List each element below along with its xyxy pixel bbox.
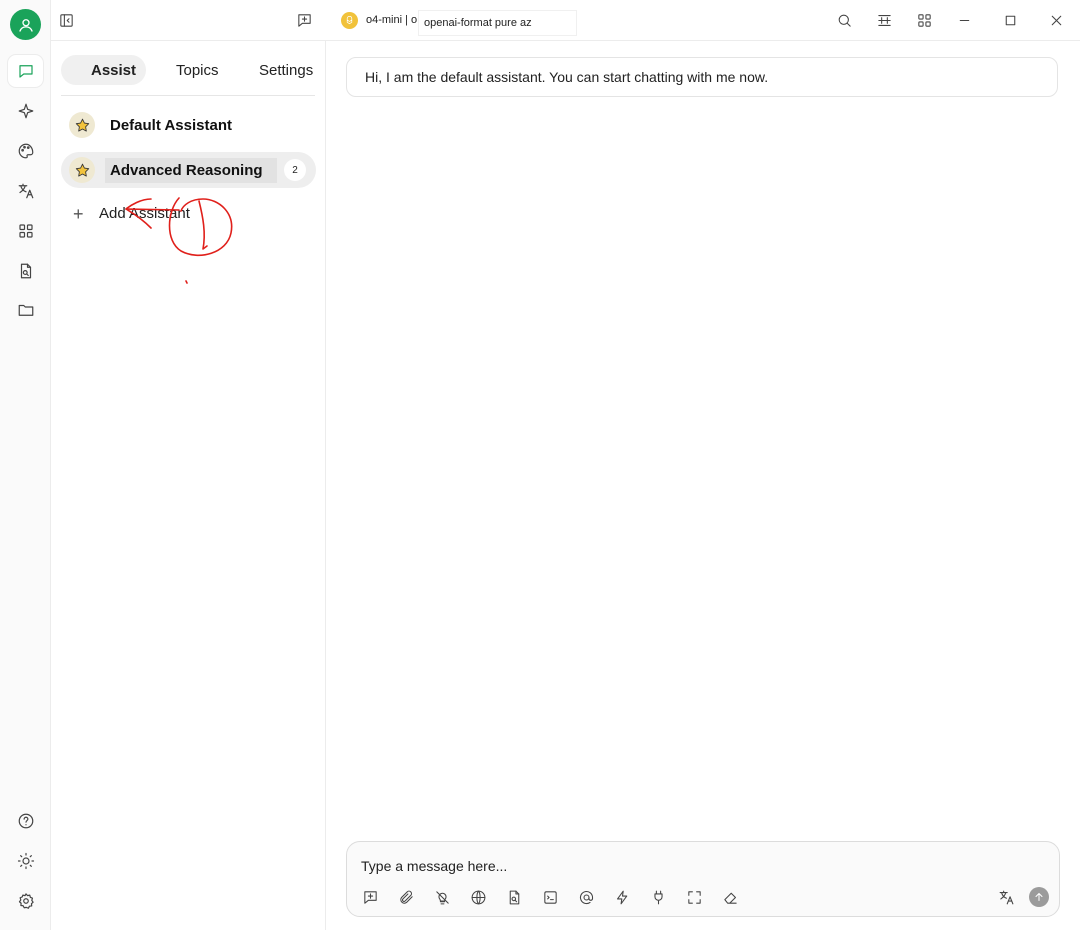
chat-icon [18,65,33,78]
model-name: o4-mini | o [366,14,418,26]
assistant-name: Advanced Reasoning [105,157,277,183]
apps-icon [18,224,33,238]
rail-files-button[interactable] [8,255,43,287]
message-composer [346,841,1060,917]
user-icon [18,18,33,32]
red-annotation-drawing [125,197,233,284]
model-selector[interactable]: o4-mini | o [341,11,417,29]
rail-theme-button[interactable] [8,845,43,877]
minimize-icon [959,19,969,21]
translate-icon [999,890,1013,904]
top-bar: o4-mini | o openai-format pure az [51,0,1080,41]
avatar[interactable] [10,9,41,40]
knowledge-icon [509,890,519,904]
left-rail [0,0,51,930]
close-icon [1051,15,1061,25]
arrow-up-icon [1035,893,1043,901]
new-topic-tool[interactable] [359,886,381,908]
translate-tool[interactable] [995,886,1017,908]
model-tooltip: openai-format pure az [419,11,576,35]
rail-apps-button[interactable] [8,215,43,247]
layout-button[interactable] [872,9,896,31]
apps-grid-button[interactable] [912,9,936,31]
translate-icon [18,183,33,199]
thinking-tool[interactable] [431,886,453,908]
send-button[interactable] [1029,887,1049,907]
minimize-button[interactable] [952,9,976,31]
web-search-tool[interactable] [467,886,489,908]
folder-icon [18,304,33,316]
search-icon [838,14,851,27]
message-input[interactable] [355,852,541,880]
search-button[interactable] [832,9,856,31]
mcp-tool[interactable] [539,886,561,908]
toggle-sidebar-button[interactable] [54,9,78,31]
topic-count-badge: 2 [284,159,306,181]
add-assistant-label: Add Assistant [99,205,190,222]
model-logo-icon [341,11,358,29]
close-button[interactable] [1044,9,1068,31]
rail-agents-button[interactable] [8,95,43,127]
new-topic-button[interactable] [292,9,316,31]
fullscreen-icon [687,890,701,904]
rail-paint-button[interactable] [8,135,43,167]
panel-tabs: Assist Topics Settings [61,51,315,96]
rail-folder-button[interactable] [8,294,43,326]
grid-icon [917,13,931,27]
terminal-icon [543,890,557,904]
new-topic-icon [363,890,377,904]
rail-translate-button[interactable] [8,175,43,207]
maximize-icon [1005,15,1015,25]
help-icon [18,813,33,829]
gear-icon [18,893,34,909]
new-chat-icon [297,13,311,27]
tab-settings[interactable]: Settings [259,55,313,85]
knowledge-tool[interactable] [503,886,525,908]
assistant-item-advanced-reasoning[interactable]: Advanced Reasoning 2 [61,152,316,188]
plus-icon: + [73,203,84,224]
clear-tool[interactable] [719,886,741,908]
welcome-message: Hi, I am the default assistant. You can … [346,57,1058,97]
maximize-button[interactable] [998,9,1022,31]
quick-phrase-tool[interactable] [611,886,633,908]
tab-topics[interactable]: Topics [176,55,219,85]
document-search-icon [20,263,31,279]
assistant-item-default[interactable]: Default Assistant [61,107,316,143]
layout-icon [877,14,891,26]
rail-chat-button[interactable] [8,55,43,87]
globe-icon [471,890,485,904]
assistant-name: Default Assistant [110,116,232,134]
sparkle-icon [18,103,33,119]
tab-assistants[interactable]: Assist [61,55,146,85]
lightning-icon [616,890,627,904]
mention-model-tool[interactable] [575,886,597,908]
rail-help-button[interactable] [8,805,43,837]
sidebar-toggle-icon [59,13,73,27]
chat-area: Hi, I am the default assistant. You can … [326,41,1080,930]
assistant-panel: Assist Topics Settings Default Assistant… [51,41,326,930]
star-icon [69,157,95,183]
expand-tool[interactable] [683,886,705,908]
star-icon [69,112,95,138]
plugin-tool[interactable] [647,886,669,908]
sun-icon [17,852,34,870]
attach-tool[interactable] [395,886,417,908]
rail-settings-button[interactable] [8,885,43,917]
add-assistant-button[interactable]: + Add Assistant [73,203,190,224]
plug-icon [653,890,663,904]
palette-icon [18,143,33,159]
paperclip-icon [399,890,413,904]
at-icon [579,890,593,904]
eraser-icon [723,892,737,904]
lightbulb-off-icon [435,890,449,904]
